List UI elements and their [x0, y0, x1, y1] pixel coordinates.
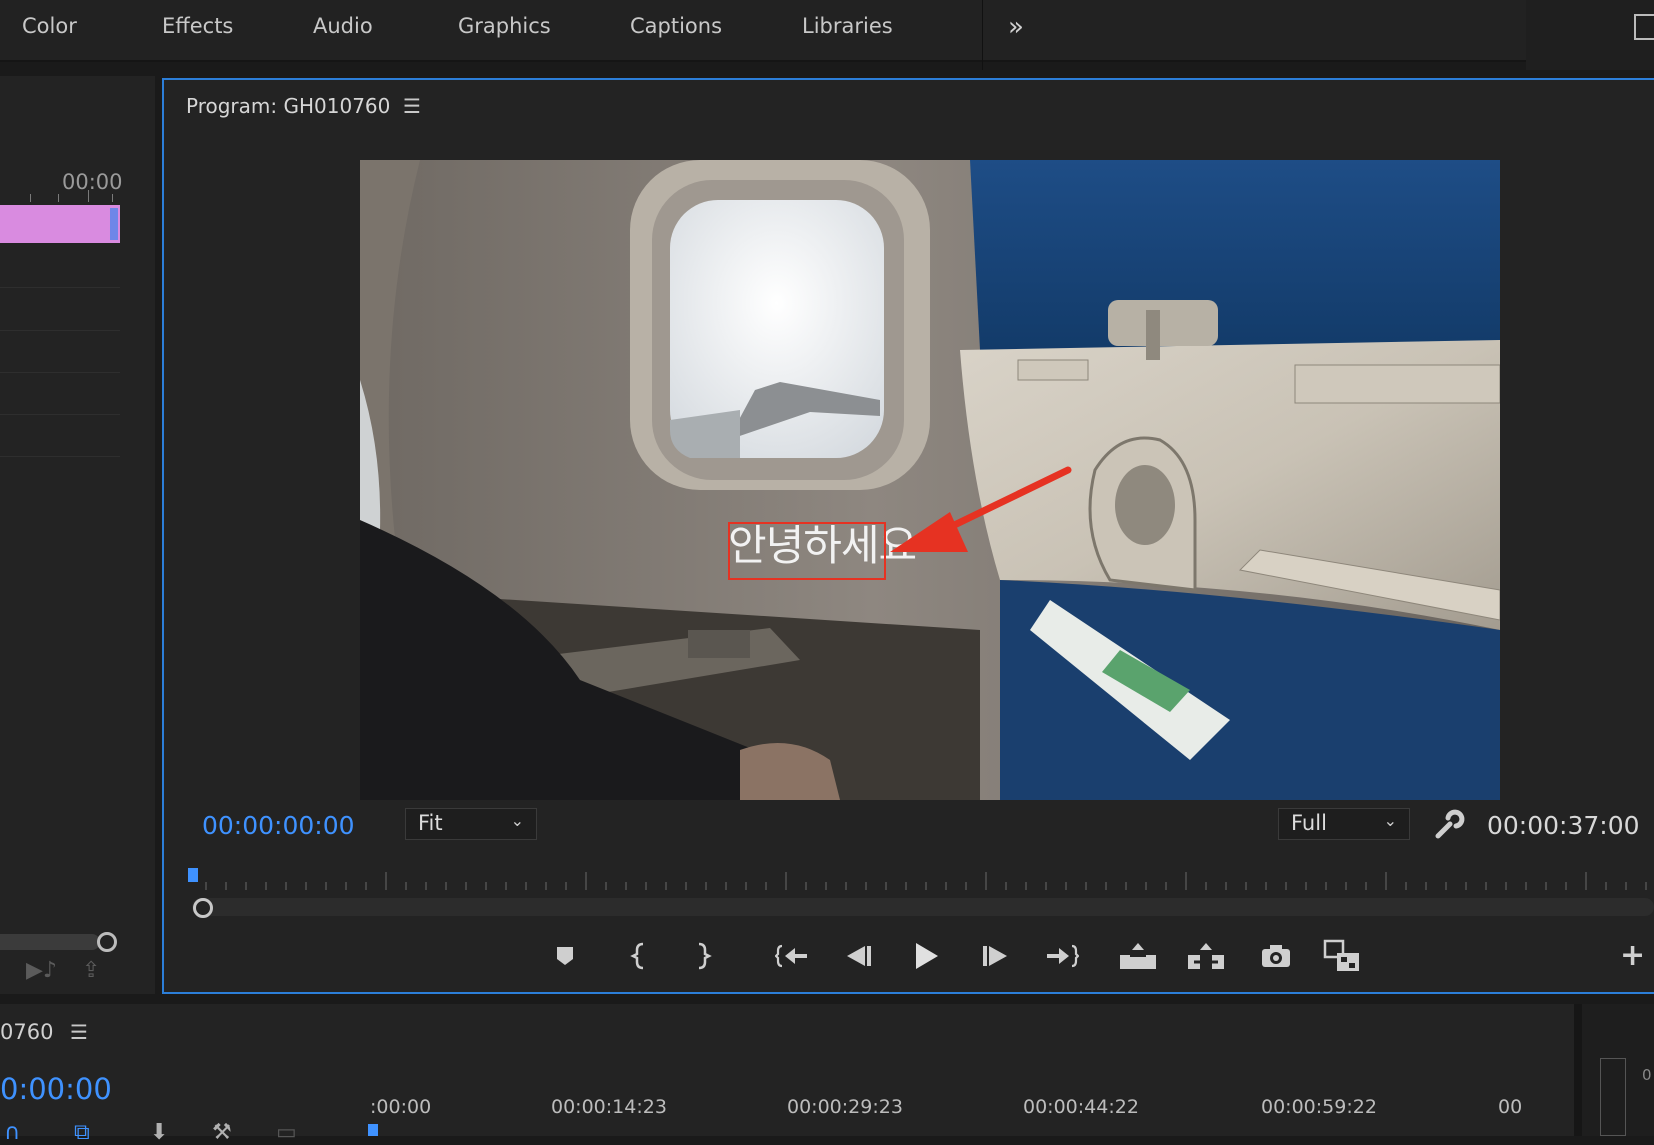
go-to-in-icon	[775, 944, 807, 968]
playhead-marker[interactable]	[188, 868, 198, 882]
zoom-level-value: Fit	[418, 811, 443, 835]
zoom-level-dropdown[interactable]: Fit ⌄	[405, 808, 537, 840]
ruler-tick	[58, 194, 59, 202]
linked-selection-icon[interactable]: ⧉	[74, 1120, 90, 1145]
more-workspaces-icon[interactable]: »	[1008, 12, 1024, 42]
ruler-tick	[30, 194, 31, 202]
insert-audio-icon[interactable]: ▶♪	[26, 958, 57, 983]
tab-divider	[982, 0, 983, 70]
source-clip[interactable]	[0, 205, 120, 243]
scrollbar-handle[interactable]	[97, 932, 117, 952]
track-divider	[0, 456, 120, 457]
export-icon[interactable]: ⇪	[82, 958, 100, 983]
meter-scale-label: 0	[1642, 1066, 1652, 1084]
add-marker-button[interactable]	[545, 936, 585, 976]
wrench-icon[interactable]: ⚒	[212, 1120, 232, 1145]
video-frame: 안녕하세요	[360, 160, 1500, 800]
clip-end-handle[interactable]	[110, 208, 118, 240]
zoom-scrollbar[interactable]	[192, 898, 1654, 916]
lift-icon	[1120, 943, 1156, 969]
button-editor-add-icon[interactable]: +	[1620, 938, 1645, 973]
mark-out-button[interactable]	[682, 936, 722, 976]
timeline-ruler-time: 00:00:14:23	[551, 1096, 667, 1118]
go-to-out-icon	[1047, 944, 1079, 968]
go-to-in-button[interactable]	[772, 936, 812, 976]
timeline-timecode[interactable]: 0:00:00	[0, 1072, 112, 1106]
duration-timecode: 00:00:37:00	[1487, 811, 1640, 840]
play-icon	[916, 943, 938, 969]
mark-out-icon	[698, 942, 712, 970]
workspace-tab-effects[interactable]: Effects	[162, 14, 233, 38]
mark-in-icon	[630, 942, 644, 970]
snap-icon[interactable]: ∩	[4, 1120, 20, 1145]
comparison-view-button[interactable]	[1322, 936, 1362, 976]
lift-button[interactable]	[1118, 936, 1158, 976]
track-divider	[0, 330, 120, 331]
step-forward-button[interactable]	[976, 936, 1016, 976]
mark-in-button[interactable]	[620, 936, 660, 976]
step-forward-icon	[983, 946, 1007, 966]
track-divider	[0, 287, 120, 288]
play-button[interactable]	[906, 936, 946, 976]
share-icon[interactable]	[1634, 14, 1654, 40]
step-back-button[interactable]	[838, 936, 878, 976]
hamburger-icon[interactable]: ☰	[403, 94, 421, 118]
timeline-ruler-time: 00:00:29:23	[787, 1096, 903, 1118]
timeline-ruler-time: 00	[1498, 1096, 1523, 1118]
step-back-icon	[847, 946, 871, 966]
resolution-value: Full	[1291, 811, 1327, 835]
workspace-tab-graphics[interactable]: Graphics	[458, 14, 551, 38]
timeline-ruler-time: :00:00	[370, 1096, 432, 1118]
ruler-tick	[112, 194, 113, 202]
wrench-icon[interactable]	[1432, 808, 1466, 846]
chevron-down-icon: ⌄	[510, 811, 524, 830]
scrollbar-handle[interactable]	[193, 898, 213, 918]
add-marker-icon[interactable]: ⬇	[150, 1120, 168, 1145]
captions-icon[interactable]: ▭	[276, 1120, 297, 1145]
marker-icon	[557, 947, 573, 965]
track-divider	[0, 414, 120, 415]
extract-icon	[1188, 943, 1224, 969]
monitor-time-ruler[interactable]	[190, 870, 1654, 890]
camera-icon	[1262, 945, 1290, 967]
export-frame-button[interactable]	[1256, 936, 1296, 976]
go-to-out-button[interactable]	[1042, 936, 1082, 976]
source-ruler-time: 00:00	[62, 170, 123, 194]
workspace-tab-color[interactable]: Color	[22, 14, 77, 38]
panel-divider	[1574, 1004, 1582, 1136]
annotation-arrow	[890, 466, 1072, 552]
sequence-name: 0760	[0, 1020, 54, 1044]
track-divider	[0, 372, 120, 373]
audio-meter-bar	[1600, 1058, 1626, 1136]
extract-button[interactable]	[1186, 936, 1226, 976]
chevron-down-icon: ⌄	[1383, 811, 1397, 830]
workspace-bar: Color Effects Audio Graphics Captions Li…	[0, 0, 1654, 70]
playhead-timecode[interactable]: 00:00:00:00	[202, 811, 355, 840]
source-zoom-scrollbar[interactable]	[0, 934, 100, 950]
timeline-playhead[interactable]	[368, 1124, 378, 1136]
resolution-dropdown[interactable]: Full ⌄	[1278, 808, 1410, 840]
timeline-ruler-time: 00:00:59:22	[1261, 1096, 1377, 1118]
hamburger-icon[interactable]: ☰	[70, 1020, 88, 1044]
workspace-tab-audio[interactable]: Audio	[313, 14, 373, 38]
program-title: Program: GH010760	[186, 94, 391, 118]
workspace-tab-libraries[interactable]: Libraries	[802, 14, 893, 38]
comparison-view-icon	[1323, 939, 1359, 971]
ruler-tick	[88, 190, 89, 202]
timeline-ruler-time: 00:00:44:22	[1023, 1096, 1139, 1118]
workspace-tab-captions[interactable]: Captions	[630, 14, 722, 38]
